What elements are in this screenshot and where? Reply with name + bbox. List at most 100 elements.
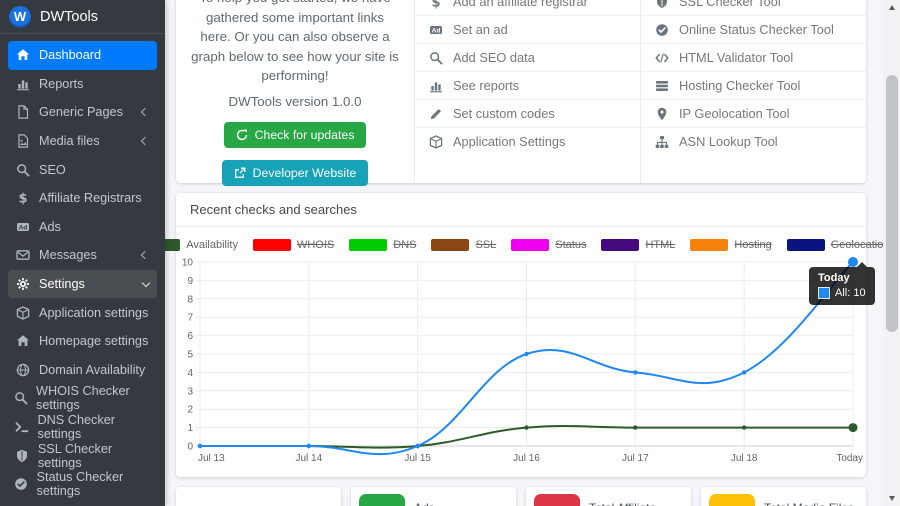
quick-link-set-an-ad[interactable]: Ad Set an ad [415,16,640,44]
ad-icon: Ad [14,220,31,234]
quick-link-hosting-checker-tool[interactable]: Hosting Checker Tool [641,72,866,100]
svg-text:1: 1 [187,423,193,434]
brand-title: DWTools [40,8,99,25]
quick-link-add-an-affiliate-registrar[interactable]: $ Add an affiliate registrar [415,0,640,16]
map-marker-icon [653,107,670,121]
sidebar-item-messages[interactable]: Messages [8,241,157,270]
sidebar-item-dashboard[interactable]: Dashboard [8,41,157,70]
sidebar-item-label: Status Checker settings [36,470,124,499]
check-updates-button[interactable]: Check for updates [223,121,367,148]
sidebar-item-label: SEO [39,162,66,177]
terminal-icon [14,420,29,434]
sidebar-item-label: Application settings [39,305,149,320]
svg-text:9: 9 [187,276,193,287]
quick-link-ip-geolocation-tool[interactable]: IP Geolocation Tool [641,100,866,128]
sidebar-item-application-settings[interactable]: Application settings [8,298,157,327]
sidebar-item-label: SSL Checker settings [37,441,113,470]
summary-card-label: Ads [414,501,435,506]
sidebar-item-affiliate-registrars[interactable]: $ Affiliate Registrars [8,184,157,213]
shield-icon [14,449,30,463]
quick-links-column-2: DNS Checker Tool SSL Checker Tool Online… [640,0,866,183]
svg-text:5: 5 [187,350,193,361]
home-icon [14,48,31,62]
scrollbar-thumb[interactable] [885,75,898,332]
sidebar-item-status-checker-settings[interactable]: Status Checker settings [8,470,157,499]
sidebar-item-generic-pages[interactable]: Generic Pages [8,98,157,127]
developer-website-button[interactable]: Developer Website [221,159,369,186]
quick-link-html-validator-tool[interactable]: HTML Validator Tool [641,44,866,72]
sidebar-item-ssl-checker-settings[interactable]: SSL Checker settings [8,441,157,470]
sidebar-item-label: Settings [39,277,85,292]
chevron-left-icon [140,136,150,146]
summary-cards-row: Ads Total Affiliate Registrars Total Med… [176,487,866,506]
summary-card-total-media-files: Total Media Files [701,487,866,506]
legend-label: Geolocation [830,239,890,251]
legend-item-ssl[interactable]: SSL [431,239,496,251]
scroll-up-arrow-icon[interactable] [883,0,900,16]
quick-link-online-status-checker-tool[interactable]: Online Status Checker Tool [641,16,866,44]
sidebar-nav: Dashboard Reports Generic Pages Media fi… [0,34,165,499]
quick-link-ssl-checker-tool[interactable]: SSL Checker Tool [641,0,866,16]
quick-link-add-seo-data[interactable]: Add SEO data [415,44,640,72]
svg-text:$: $ [431,0,440,9]
globe-icon [14,363,31,377]
sidebar-item-seo[interactable]: SEO [8,155,157,184]
legend-label: Availability [186,239,238,251]
scroll-down-arrow-icon[interactable] [883,490,900,506]
sidebar-item-media-files[interactable]: Media files [8,127,157,156]
sidebar-item-ads[interactable]: Ad Ads [8,213,157,242]
vertical-scrollbar[interactable] [883,0,900,506]
legend-label: Status [555,239,587,251]
legend-label: DNS [393,239,417,251]
brand-logo-icon: W [9,5,31,28]
legend-item-geolocation[interactable]: Geolocation [786,239,890,251]
quick-link-application-settings[interactable]: Application Settings [415,128,640,155]
legend-item-whois[interactable]: WHOIS [252,239,334,251]
sidebar-item-homepage-settings[interactable]: Homepage settings [8,327,157,356]
version-text: DWTools version 1.0.0 [228,93,362,109]
sidebar-item-dns-checker-settings[interactable]: DNS Checker settings [8,413,157,442]
check-circle-icon [653,23,670,37]
welcome-text: To help you get started, we have gathere… [191,0,399,83]
refresh-icon [236,129,248,141]
tooltip-series-swatch [818,287,830,299]
sidebar-item-label: Messages [39,248,97,263]
quick-link-set-custom-codes[interactable]: Set custom codes [415,100,640,128]
legend-swatch [690,239,729,251]
developer-website-label: Developer Website [252,165,357,180]
sidebar-item-domain-availability[interactable]: Domain Availability [8,356,157,385]
external-link-icon [234,167,246,179]
legend-swatch [349,239,388,251]
legend-item-html[interactable]: HTML [601,239,675,251]
line-chart[interactable]: 0 1 2 3 4 5 6 7 8 9 10 Jul 13 Jul 14 Jul 15 Jul 16 Jul … [176,227,866,477]
sidebar: W DWTools Dashboard Reports Generic Page… [0,0,165,506]
legend-label: HTML [645,239,676,251]
legend-item-hosting[interactable]: Hosting [690,239,772,251]
quick-link-label: SSL Checker Tool [679,0,781,9]
sidebar-item-whois-checker-settings[interactable]: WHOIS Checker settings [8,384,157,413]
svg-text:3: 3 [187,386,193,397]
quick-links-column-1: Read contact messages $ Add an affiliate… [414,0,640,183]
file-icon [14,105,31,120]
sidebar-item-label: Domain Availability [39,362,146,377]
code-icon [653,51,670,65]
search-icon [14,391,28,405]
brand-link[interactable]: W DWTools [0,0,165,34]
chart-tooltip: Today All: 10 [809,262,875,305]
quick-link-asn-lookup-tool[interactable]: ASN Lookup Tool [641,128,866,155]
envelope-icon [14,248,31,262]
svg-text:Jul 18: Jul 18 [731,453,758,464]
chart-card-title: Recent checks and searches [176,193,866,227]
summary-card-label: Total Media Files [764,501,854,506]
sidebar-item-reports[interactable]: Reports [8,70,157,99]
sidebar-item-label: Reports [39,76,84,91]
quick-link-see-reports[interactable]: See reports [415,72,640,100]
summary-card-total-affiliate-registrars: Total Affiliate Registrars [526,487,691,506]
chart-area[interactable]: All Availability WHOIS DNS SSL Status HT… [70,227,889,477]
legend-item-status[interactable]: Status [511,239,586,251]
legend-item-dns[interactable]: DNS [349,239,416,251]
svg-text:Jul 16: Jul 16 [513,453,540,464]
sidebar-item-label: WHOIS Checker settings [36,384,130,413]
sidebar-item-label: Generic Pages [39,105,123,120]
sidebar-item-settings[interactable]: Settings [8,269,157,299]
